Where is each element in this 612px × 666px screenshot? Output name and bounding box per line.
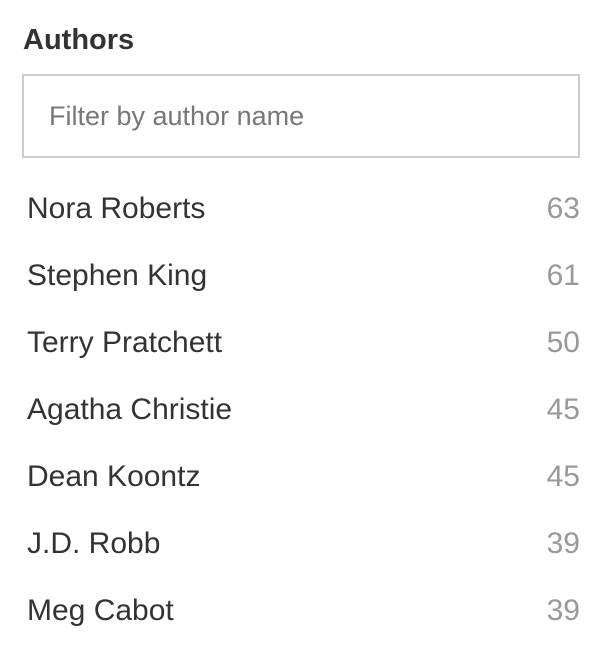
author-count: 45 <box>546 460 580 493</box>
author-list: Nora Roberts 63 Stephen King 61 Terry Pr… <box>0 175 612 644</box>
author-count: 61 <box>546 259 580 292</box>
author-count: 63 <box>546 192 580 225</box>
section-title: Authors <box>23 24 135 56</box>
author-name: J.D. Robb <box>27 527 161 560</box>
author-name: Dean Koontz <box>27 460 201 493</box>
author-name: Meg Cabot <box>27 594 174 627</box>
author-item[interactable]: Terry Pratchett 50 <box>0 309 612 376</box>
author-count: 50 <box>546 326 580 359</box>
author-count: 39 <box>546 594 580 627</box>
author-item[interactable]: Meg Cabot 39 <box>0 577 612 644</box>
author-item[interactable]: Dean Koontz 45 <box>0 443 612 510</box>
author-name: Stephen King <box>27 259 208 292</box>
author-name: Terry Pratchett <box>27 326 223 359</box>
author-count: 45 <box>546 393 580 426</box>
author-item[interactable]: J.D. Robb 39 <box>0 510 612 577</box>
author-count: 39 <box>546 527 580 560</box>
author-name: Agatha Christie <box>27 393 233 426</box>
author-item[interactable]: Nora Roberts 63 <box>0 175 612 242</box>
author-name: Nora Roberts <box>27 192 206 225</box>
author-item[interactable]: Stephen King 61 <box>0 242 612 309</box>
authors-facet-panel: Authors Nora Roberts 63 Stephen King 61 … <box>0 0 612 666</box>
author-item[interactable]: Agatha Christie 45 <box>0 376 612 443</box>
author-filter-input[interactable] <box>22 74 580 158</box>
